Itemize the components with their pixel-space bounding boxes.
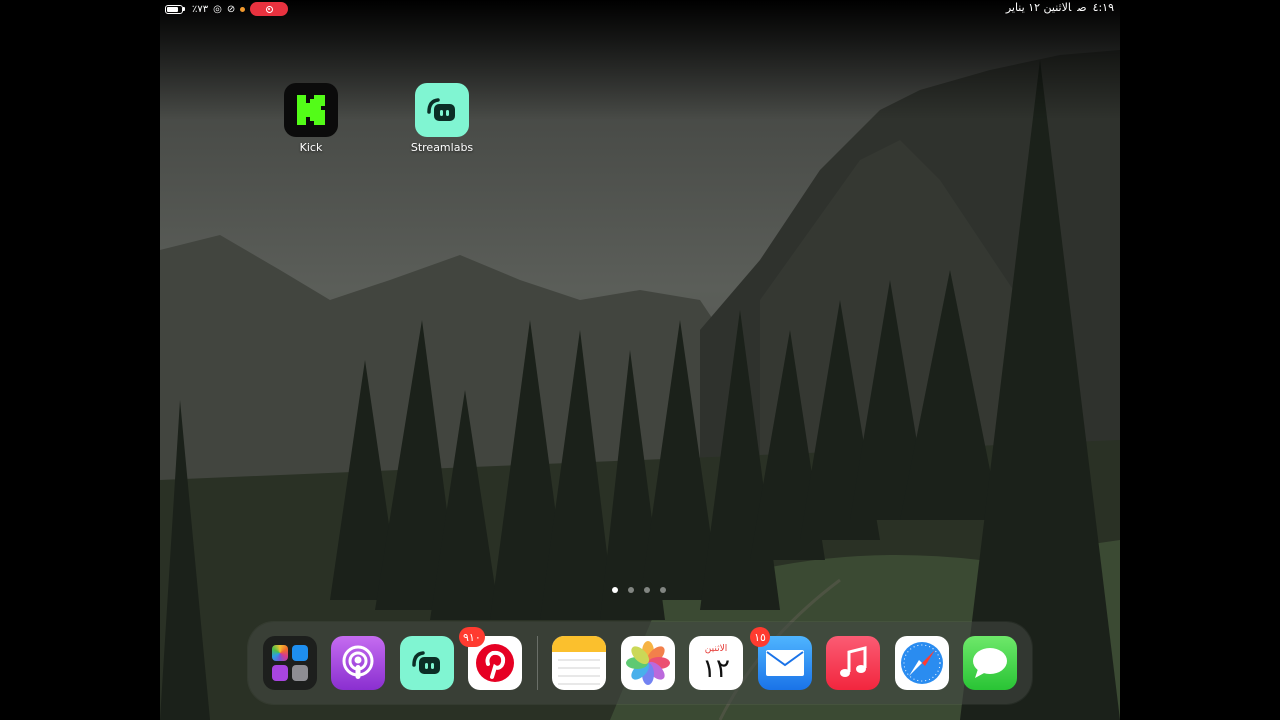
dock-messages[interactable]	[963, 636, 1017, 690]
page-dot-3[interactable]	[644, 587, 650, 593]
app-kick[interactable]: Kick	[271, 83, 351, 154]
kick-icon	[284, 83, 338, 137]
status-date: الاثنين ١٢ يناير	[1005, 1, 1072, 14]
app-label-kick: Kick	[299, 141, 323, 154]
pinterest-icon	[476, 644, 514, 682]
app-streamlabs[interactable]: Streamlabs	[402, 83, 482, 154]
page-indicator[interactable]	[612, 587, 666, 593]
dock-notes[interactable]	[552, 636, 606, 690]
dock-safari[interactable]	[895, 636, 949, 690]
streamlabs-icon	[412, 651, 440, 674]
page-dot-2[interactable]	[628, 587, 634, 593]
screen-recording-indicator[interactable]	[250, 2, 289, 16]
notes-icon	[552, 636, 606, 685]
record-icon	[265, 5, 273, 13]
app-label-streamlabs: Streamlabs	[410, 141, 474, 154]
battery-icon	[165, 4, 183, 14]
link-icon: ⊘	[226, 3, 236, 15]
safari-icon	[901, 642, 943, 684]
status-time: ٤:١٩	[1092, 1, 1114, 14]
mini-app-store-icon	[292, 645, 308, 661]
photos-icon	[626, 641, 670, 685]
mini-settings-icon	[292, 665, 308, 681]
calendar-day-number: ١٢	[702, 653, 730, 684]
status-bar-left: ٪٧٣ ◎ ⊘	[165, 2, 289, 16]
dock-music[interactable]	[826, 636, 880, 690]
dock-divider	[537, 636, 538, 690]
status-bar-right: ٤:١٩ ص الاثنين ١٢ يناير	[1000, 1, 1114, 14]
podcasts-icon	[342, 645, 374, 679]
mail-icon	[766, 650, 804, 676]
page-dot-1[interactable]	[612, 587, 618, 593]
dock-calendar[interactable]: الاثنين ١٢	[689, 636, 743, 690]
status-ampm: ص	[1077, 1, 1087, 14]
dock-streamlabs[interactable]	[400, 636, 454, 690]
dock-photos[interactable]	[621, 636, 675, 690]
app-library-icon	[272, 645, 308, 681]
page-dot-4[interactable]	[660, 587, 666, 593]
calendar-day-name: الاثنين	[704, 643, 728, 654]
dock-podcasts[interactable]	[331, 636, 385, 690]
messages-icon	[973, 648, 1007, 678]
mail-badge: ١٥	[750, 627, 770, 647]
battery-tip	[183, 7, 185, 11]
mini-podcasts-icon	[272, 665, 288, 681]
mini-photos-icon	[272, 645, 288, 661]
battery-percent: ٪٧٣	[192, 3, 209, 15]
music-icon	[840, 646, 867, 677]
alarm-icon: ◎	[213, 3, 222, 15]
microphone-indicator-icon	[240, 6, 246, 12]
dock-app-library-folder[interactable]	[263, 636, 317, 690]
pinterest-badge: ٩١٠	[459, 627, 485, 647]
streamlabs-icon	[415, 83, 469, 137]
